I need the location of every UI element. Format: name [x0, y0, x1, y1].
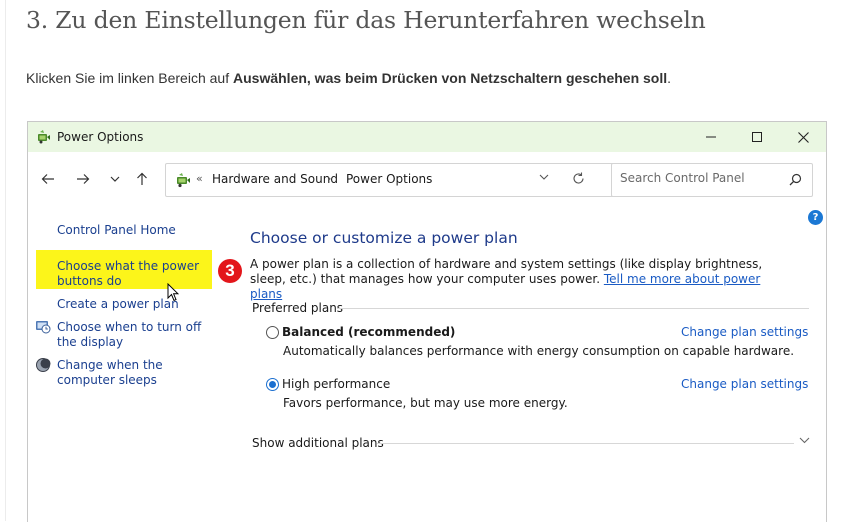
maximize-icon [752, 132, 762, 142]
recent-locations-button[interactable] [104, 168, 126, 190]
chevron-down-icon [110, 176, 120, 182]
minimize-icon [706, 136, 716, 138]
plan-desc: Favors performance, but may use more ene… [283, 396, 568, 410]
preferred-plans-label: Preferred plans [252, 301, 344, 315]
plan-name[interactable]: High performance [282, 377, 390, 391]
breadcrumb-hardware-and-sound[interactable]: Hardware and Sound [212, 172, 338, 186]
instruction-text: Klicken Sie im linken Bereich auf Auswäh… [26, 70, 671, 86]
chevron-down-icon[interactable] [799, 437, 810, 444]
divider [337, 308, 809, 309]
change-plan-settings-link[interactable]: Change plan settings [681, 325, 808, 339]
instruction-suffix: . [667, 70, 672, 86]
plan-desc: Automatically balances performance with … [283, 344, 795, 358]
arrow-right-icon [77, 174, 90, 184]
radio-balanced[interactable] [266, 326, 279, 339]
arrow-left-icon [41, 174, 54, 184]
minimize-button[interactable] [688, 122, 734, 152]
plan-name[interactable]: Balanced (recommended) [282, 325, 455, 339]
change-plan-settings-link[interactable]: Change plan settings [681, 377, 808, 391]
create-power-plan-link[interactable]: Create a power plan [57, 297, 179, 312]
power-options-icon [38, 130, 50, 144]
choose-power-buttons-link[interactable]: Choose what the power buttons do [57, 259, 207, 289]
search-box[interactable] [611, 163, 813, 197]
search-input[interactable] [620, 171, 780, 185]
maximize-button[interactable] [734, 122, 780, 152]
radio-high-performance[interactable] [266, 378, 279, 391]
refresh-icon[interactable] [572, 172, 585, 185]
step-badge: 3 [218, 259, 242, 283]
mouse-cursor-icon [167, 283, 179, 302]
navigation-bar: « Hardware and Sound › Power Options [28, 152, 826, 202]
forward-button[interactable] [72, 168, 94, 190]
breadcrumb-separator: › [327, 172, 332, 185]
page-edge [5, 0, 6, 521]
left-pane: Control Panel Home Choose what the power… [28, 202, 228, 522]
back-button[interactable] [37, 168, 59, 190]
divider [377, 443, 794, 444]
page-title: Choose or customize a power plan [250, 229, 518, 247]
up-button[interactable] [131, 168, 153, 190]
power-options-window: Power Options « Hardware and Sound › Pow… [27, 121, 827, 522]
display-clock-icon [36, 321, 51, 334]
instruction-prefix: Klicken Sie im linken Bereich auf [26, 70, 233, 86]
close-button[interactable] [780, 122, 826, 152]
title-bar[interactable]: Power Options [28, 122, 826, 152]
breadcrumb-overflow[interactable]: « [196, 172, 203, 185]
breadcrumb-power-options[interactable]: Power Options [346, 172, 432, 186]
instruction-bold: Auswählen, was beim Drücken von Netzscha… [233, 70, 668, 86]
control-panel-home-link[interactable]: Control Panel Home [57, 223, 176, 238]
show-additional-plans[interactable]: Show additional plans [252, 436, 384, 450]
moon-icon [36, 358, 51, 372]
arrow-up-icon [137, 172, 147, 185]
search-icon[interactable] [789, 173, 802, 186]
chevron-down-icon[interactable] [539, 174, 549, 180]
turn-off-display-link[interactable]: Choose when to turn off the display [57, 320, 217, 350]
window-title: Power Options [57, 130, 144, 144]
address-bar[interactable]: « Hardware and Sound › Power Options [165, 163, 629, 197]
plan-description: A power plan is a collection of hardware… [250, 257, 795, 302]
change-sleep-link[interactable]: Change when the computer sleeps [57, 358, 217, 388]
close-icon [797, 131, 809, 143]
main-content: Choose or customize a power plan 3 A pow… [218, 202, 820, 522]
article-title: 3. Zu den Einstellungen für das Herunter… [26, 6, 706, 34]
control-panel-icon [177, 173, 190, 188]
